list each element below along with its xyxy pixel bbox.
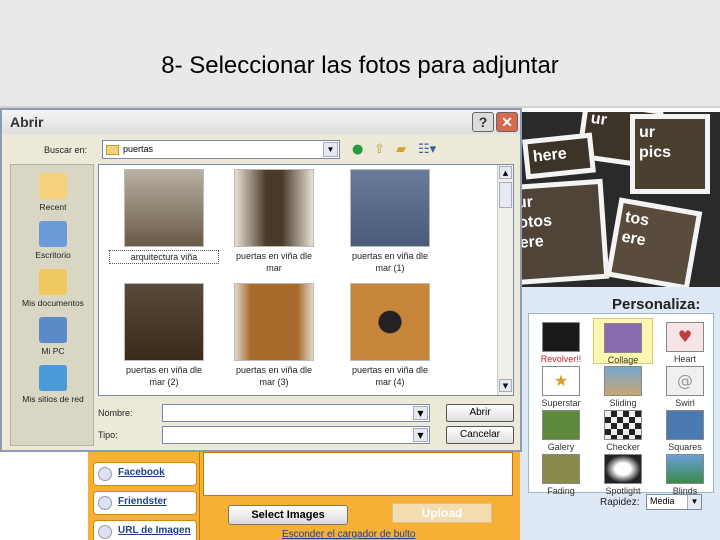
slide: 8- Seleccionar las fotos para adjuntar u…	[0, 0, 720, 540]
file-thumbnail	[124, 169, 204, 247]
effect-thumb	[542, 322, 580, 352]
friendster-icon	[98, 496, 112, 510]
effect-checker[interactable]: Checker	[593, 406, 653, 452]
effect-thumb	[604, 410, 642, 440]
chevron-down-icon: ▼	[687, 495, 701, 509]
effect-spotlight[interactable]: Spotlight	[593, 450, 653, 496]
scroll-down-icon[interactable]: ▼	[499, 379, 512, 392]
facebook-icon	[98, 467, 112, 481]
file-list-scrollbar[interactable]: ▲ ▼	[497, 165, 513, 395]
social-sidebar: Facebook Friendster URL de Imagen	[88, 452, 200, 540]
friendster-link[interactable]: Friendster	[93, 491, 197, 515]
new-folder-icon[interactable]: ▰	[396, 142, 406, 157]
url-image-link[interactable]: URL de Imagen	[93, 520, 197, 540]
network-icon	[39, 365, 67, 391]
filetype-label: Tipo:	[98, 430, 118, 440]
filetype-select[interactable]: ▼	[162, 426, 430, 444]
collage-photo: tos ere	[605, 197, 703, 287]
chevron-down-icon: ▼	[413, 428, 428, 442]
collage-photo: ur pics	[630, 114, 710, 194]
view-menu-icon[interactable]: ☷▾	[418, 142, 436, 157]
collage-photo: ur otos ere	[520, 178, 610, 286]
file-thumbnail	[350, 169, 430, 247]
slide-header: 8- Seleccionar las fotos para adjuntar	[0, 0, 720, 108]
desktop-icon	[39, 221, 67, 247]
facebook-link[interactable]: Facebook	[93, 462, 197, 486]
effect-thumb	[542, 410, 580, 440]
lookin-label: Buscar en:	[44, 145, 88, 155]
effect-swirl[interactable]: @ Swirl	[655, 362, 715, 408]
effect-thumb	[666, 454, 704, 484]
place-documents[interactable]: Mis documentos	[11, 269, 95, 308]
back-icon[interactable]: ●	[352, 142, 363, 157]
file-item[interactable]: puertas en viña dle mar (4)	[335, 283, 445, 388]
effect-thumb: ♥	[666, 322, 704, 352]
scroll-thumb[interactable]	[499, 182, 512, 208]
file-thumbnail	[350, 283, 430, 361]
upload-list-panel	[203, 452, 513, 496]
open-file-dialog: Abrir ? ✕ Buscar en: puertas ▼ ● ⇧ ▰ ☷▾ …	[0, 108, 522, 452]
dialog-title: Abrir	[10, 114, 44, 130]
help-button[interactable]: ?	[472, 112, 494, 132]
file-item[interactable]: puertas en viña dle mar (2)	[109, 283, 219, 388]
effect-thumb	[604, 323, 642, 353]
folder-icon	[106, 145, 119, 155]
effect-galery[interactable]: Galery	[531, 406, 591, 452]
effect-fading[interactable]: Fading	[531, 450, 591, 496]
file-thumbnail	[124, 283, 204, 361]
close-button[interactable]: ✕	[496, 112, 518, 132]
file-thumbnail	[234, 169, 314, 247]
effect-thumb	[604, 454, 642, 484]
personaliza-heading: Personaliza:	[612, 296, 701, 313]
effect-revolver[interactable]: Revolver!!	[531, 318, 591, 364]
hide-uploader-link[interactable]: Esconder el cargador de bulto	[282, 529, 415, 540]
open-button[interactable]: Abrir	[446, 404, 514, 422]
scroll-up-icon[interactable]: ▲	[499, 166, 512, 179]
places-bar: Recent Escritorio Mis documentos Mi PC M…	[10, 164, 94, 446]
file-item[interactable]: puertas en viña dle mar	[219, 169, 329, 274]
place-my-pc[interactable]: Mi PC	[11, 317, 95, 356]
computer-icon	[39, 317, 67, 343]
effect-squares[interactable]: Squares	[655, 406, 715, 452]
effect-collage[interactable]: Collage	[593, 318, 653, 365]
effect-thumb	[542, 454, 580, 484]
effect-thumb	[604, 366, 642, 396]
place-desktop[interactable]: Escritorio	[11, 221, 95, 260]
cancel-button[interactable]: Cancelar	[446, 426, 514, 444]
documents-folder-icon	[39, 269, 67, 295]
effect-thumb: ★	[542, 366, 580, 396]
photo-collage-preview: ur ur pics here ur otos ere tos ere	[520, 112, 720, 287]
file-item[interactable]: arquitectura viña	[109, 169, 219, 264]
file-item[interactable]: puertas en viña dle mar (3)	[219, 283, 329, 388]
chevron-down-icon: ▼	[413, 406, 428, 420]
effect-thumb: @	[666, 366, 704, 396]
file-list: arquitectura viña puertas en viña dle mar…	[98, 164, 514, 396]
rapidez-label: Rapidez:	[600, 497, 640, 508]
rapidez-select[interactable]: Media ▼	[646, 494, 702, 510]
effect-sliding[interactable]: Sliding	[593, 362, 653, 408]
up-folder-icon[interactable]: ⇧	[374, 142, 385, 157]
effect-superstar[interactable]: ★ Superstar	[531, 362, 591, 408]
file-thumbnail	[234, 283, 314, 361]
place-recent[interactable]: Recent	[11, 173, 95, 212]
filename-label: Nombre:	[98, 408, 133, 418]
effect-blinds[interactable]: Blinds	[655, 450, 715, 496]
slide-title: 8- Seleccionar las fotos para adjuntar	[161, 52, 559, 79]
lookin-select[interactable]: puertas ▼	[102, 140, 340, 159]
place-network[interactable]: Mis sitios de red	[11, 365, 95, 404]
upload-button[interactable]: Upload	[392, 503, 492, 523]
collage-photo: here	[522, 132, 596, 180]
effects-grid: Revolver!! Collage ♥ Heart ★ Superstar Sli…	[528, 313, 715, 496]
chevron-down-icon: ▼	[323, 142, 338, 157]
filename-input[interactable]: ▼	[162, 404, 430, 422]
dialog-titlebar[interactable]: Abrir ? ✕	[2, 110, 520, 134]
select-images-button[interactable]: Select Images	[228, 505, 348, 525]
effect-thumb	[666, 410, 704, 440]
file-item[interactable]: puertas en viña dle mar (1)	[335, 169, 445, 274]
recent-folder-icon	[39, 173, 67, 199]
effect-heart[interactable]: ♥ Heart	[655, 318, 715, 364]
url-icon	[98, 525, 112, 539]
